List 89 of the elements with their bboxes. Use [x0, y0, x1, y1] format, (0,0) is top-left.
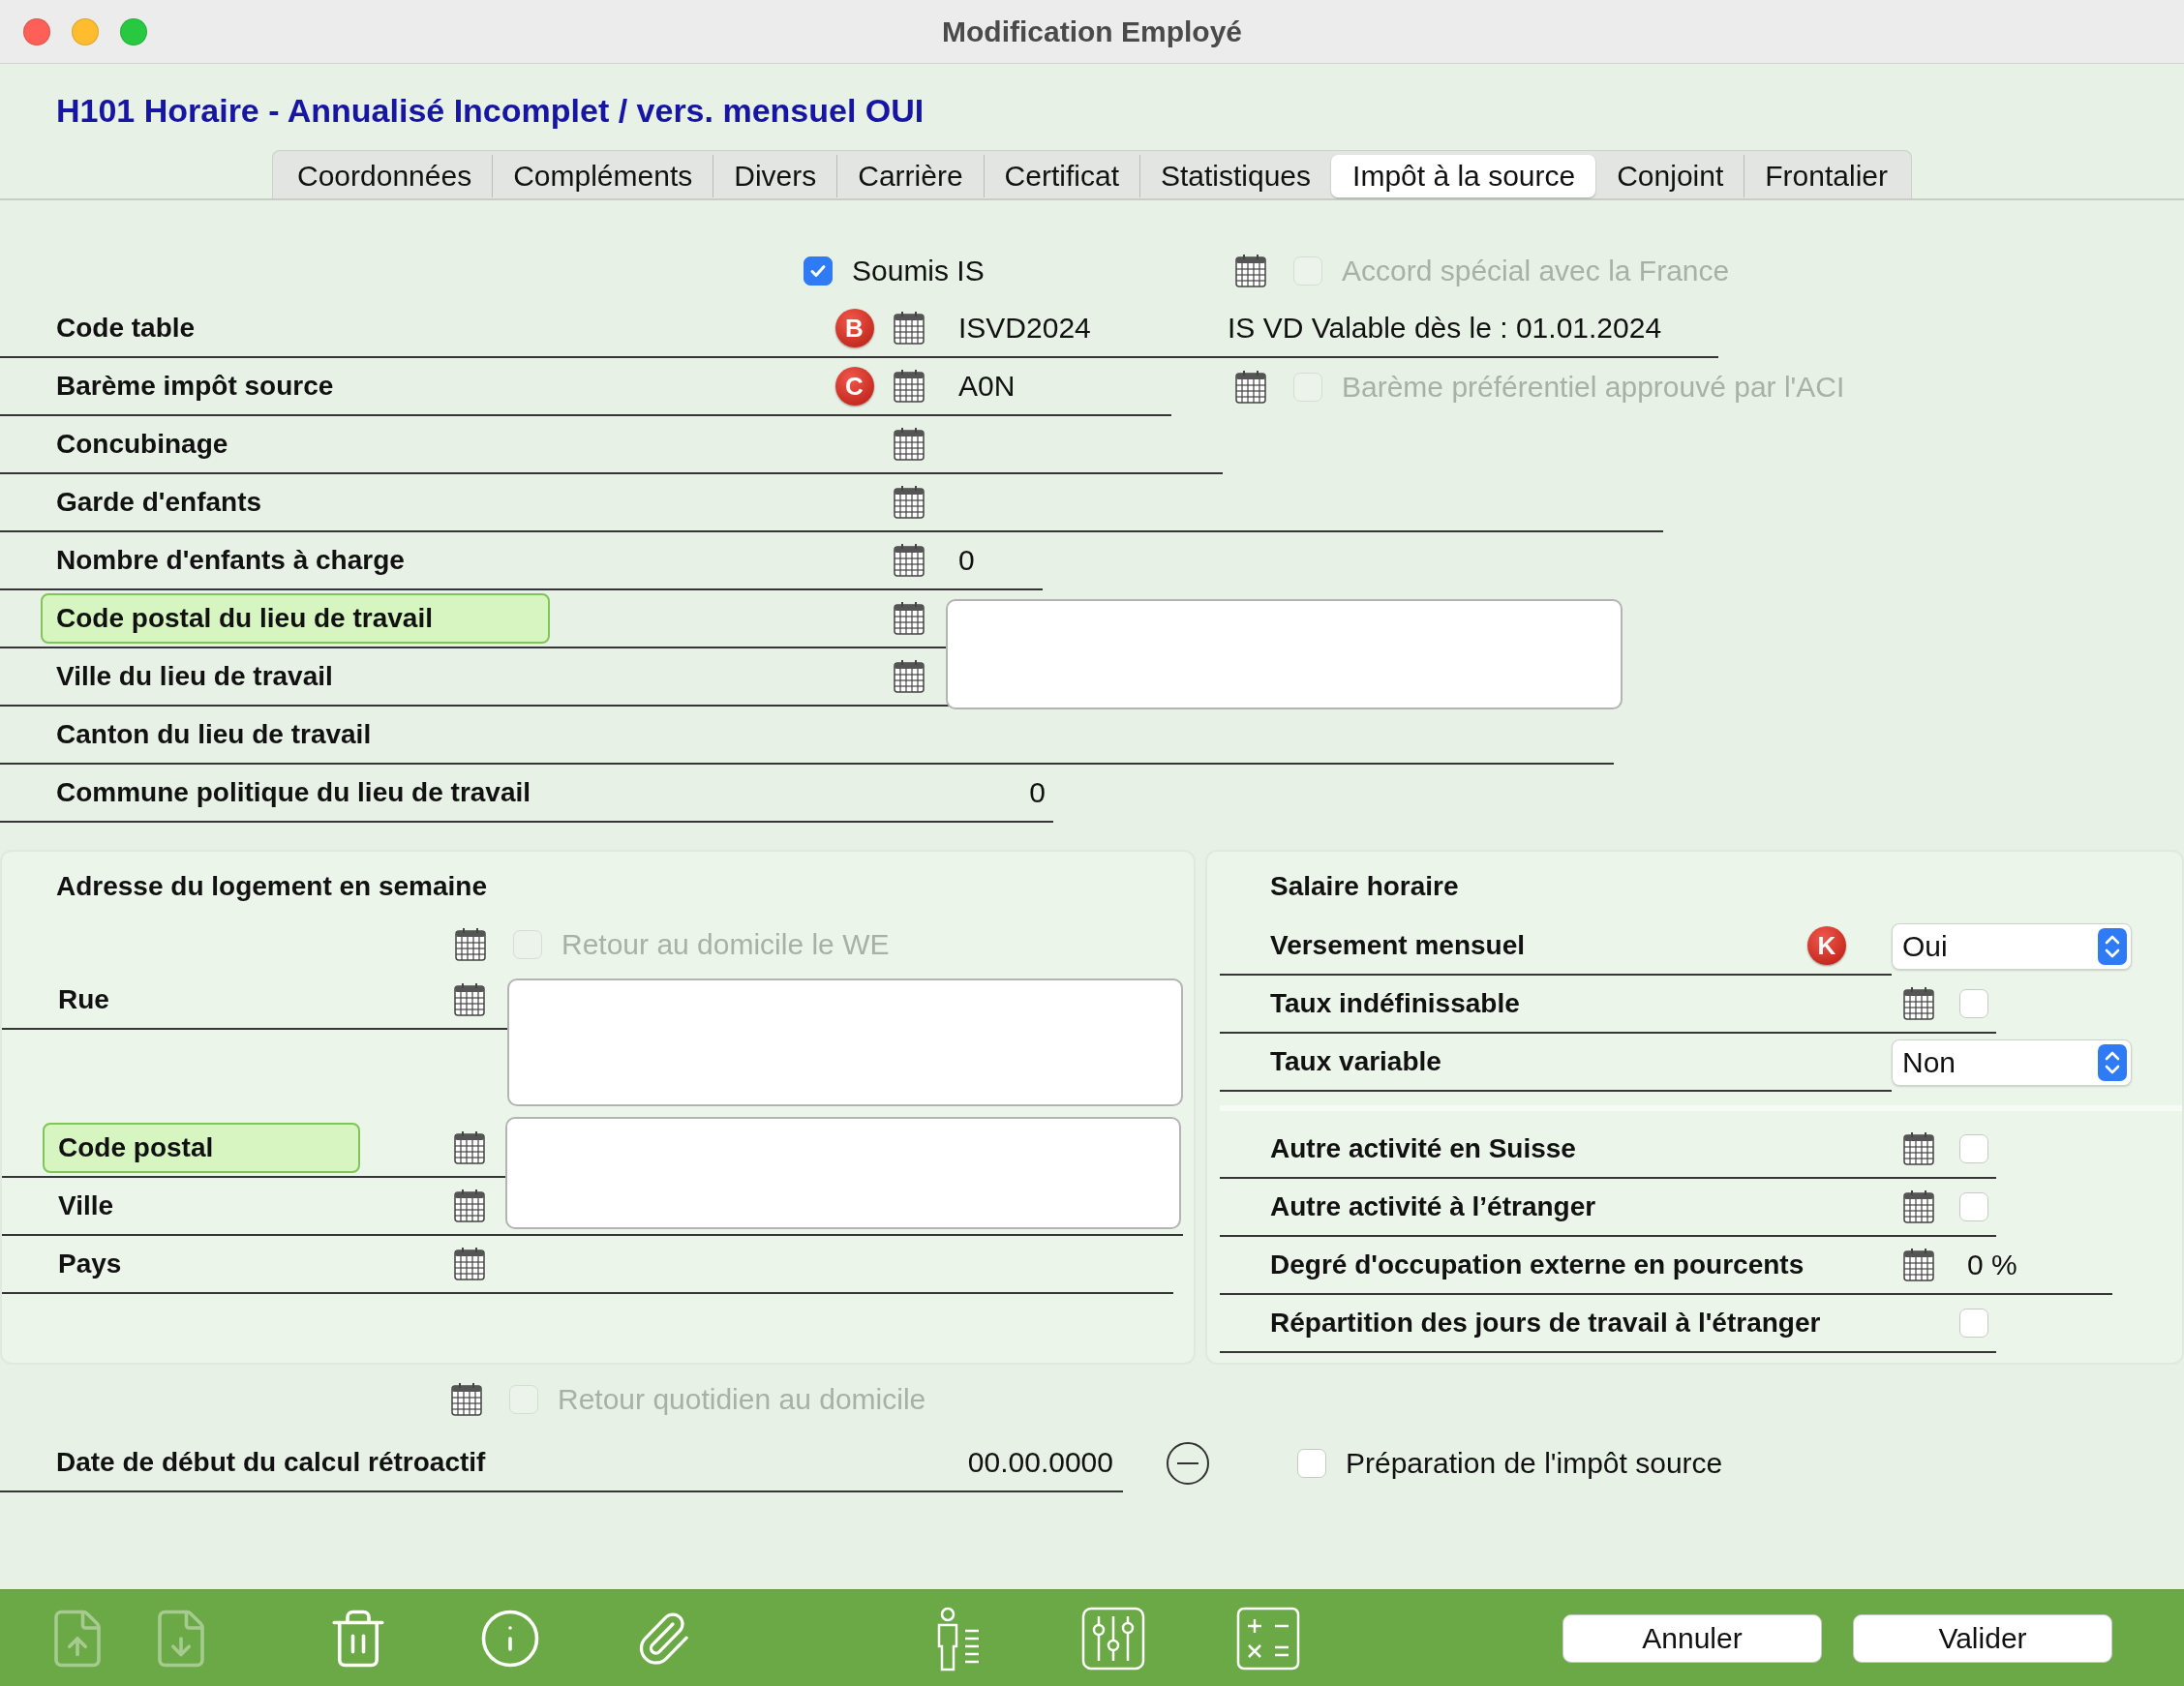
field-label: Code table: [55, 312, 197, 345]
tab[interactable]: Certificat: [983, 155, 1139, 197]
minimize-button[interactable]: [72, 17, 99, 45]
field-label: Pays: [57, 1248, 123, 1280]
zoom-button[interactable]: [120, 17, 147, 45]
option-label: Préparation de l'impôt source: [1346, 1447, 1723, 1480]
calendar-icon[interactable]: [451, 1383, 482, 1416]
option-label: Soumis IS: [852, 255, 985, 287]
calendar-icon[interactable]: [1903, 1132, 1934, 1165]
option-label: Barème préférentiel approuvé par l'ACI: [1342, 371, 1845, 404]
status-badge: K: [1807, 926, 1846, 965]
calendar-icon[interactable]: [1903, 1190, 1934, 1223]
minus-circle-icon[interactable]: [1166, 1441, 1210, 1486]
calendar-icon[interactable]: [455, 928, 486, 961]
field-label: Garde d'enfants: [55, 486, 263, 519]
tab[interactable]: Impôt à la source: [1331, 155, 1596, 197]
field-value: ISVD2024: [958, 312, 1092, 345]
field-label: Commune politique du lieu de travail: [55, 776, 532, 809]
tab[interactable]: Divers: [713, 155, 837, 197]
tab[interactable]: Conjoint: [1595, 155, 1744, 197]
calendar-icon[interactable]: [893, 544, 925, 577]
field-label: Versement mensuel: [1270, 930, 1526, 961]
field-label: Canton du lieu de travail: [55, 718, 373, 751]
sliders-icon: [1081, 1606, 1145, 1671]
field-label: Code postal du lieu de travail: [41, 593, 550, 644]
field-label: Concubinage: [55, 428, 229, 461]
field-label: Rue: [57, 983, 110, 1016]
checkbox[interactable]: [1959, 1134, 1988, 1163]
calendar-icon[interactable]: [1235, 255, 1266, 287]
dialog-button[interactable]: Valider: [1853, 1613, 2112, 1663]
calendar-icon[interactable]: [893, 660, 925, 693]
calendar-icon[interactable]: [454, 1248, 485, 1280]
tab[interactable]: Coordonnées: [276, 155, 493, 197]
field-value: A0N: [958, 370, 1016, 403]
window-title: Modification Employé: [942, 15, 1242, 48]
option-label: Retour au domicile le WE: [561, 928, 890, 961]
calendar-icon[interactable]: [454, 1189, 485, 1222]
field-label: Code postal: [43, 1123, 360, 1173]
field-label: Barème impôt source: [55, 370, 335, 403]
calendar-icon[interactable]: [1903, 1249, 1934, 1281]
checkbox[interactable]: [1959, 989, 1988, 1018]
checkbox[interactable]: [1297, 1449, 1326, 1478]
table-validity-text: IS VD Valable dès le : 01.01.2024: [1228, 312, 1662, 345]
field-value: 0: [1028, 776, 1046, 809]
calendar-icon[interactable]: [1903, 987, 1934, 1020]
option-label: Accord spécial avec la France: [1342, 255, 1730, 287]
street-input-field[interactable]: [507, 978, 1183, 1106]
calendar-icon[interactable]: [893, 312, 925, 345]
dialog-button[interactable]: Annuler: [1562, 1613, 1822, 1663]
section-title: Salaire horaire: [1269, 870, 1460, 903]
checkbox[interactable]: [804, 256, 833, 286]
workplace-input-field[interactable]: [946, 599, 1623, 709]
stepper-icon: [2098, 928, 2127, 965]
field-label: Date de début du calcul rétroactif: [56, 1447, 486, 1478]
checkbox[interactable]: [1959, 1192, 1988, 1221]
calculator-icon: [1236, 1606, 1300, 1671]
calendar-icon[interactable]: [1235, 371, 1266, 404]
field-value: 0: [958, 544, 975, 577]
field-label: Autre activité à l’étranger: [1270, 1191, 1596, 1222]
field-label: Taux indéfinissable: [1270, 988, 1520, 1019]
dropdown[interactable]: Oui: [1892, 923, 2132, 970]
status-badge: B: [834, 309, 874, 347]
tab[interactable]: Carrière: [836, 155, 984, 197]
field-label: Ville: [57, 1189, 115, 1222]
employee-heading: H101 Horaire - Annualisé Incomplet / vers. mensuel OUI: [55, 91, 925, 130]
field-label: Degré d'occupation externe en pourcents: [1270, 1249, 1805, 1280]
calendar-icon[interactable]: [454, 1131, 485, 1164]
calendar-icon[interactable]: [454, 983, 485, 1016]
field-label: Nombre d'enfants à charge: [55, 544, 406, 577]
tab[interactable]: Frontalier: [1744, 155, 1908, 197]
field-label: Répartition des jours de travail à l'étranger: [1270, 1308, 1821, 1339]
dropdown[interactable]: Non: [1892, 1039, 2132, 1086]
date-value: 00.00.0000: [967, 1446, 1114, 1479]
checkbox[interactable]: [1959, 1309, 1988, 1338]
section-title: Adresse du logement en semaine: [55, 870, 489, 903]
calendar-icon[interactable]: [893, 428, 925, 461]
calendar-icon[interactable]: [893, 602, 925, 635]
postal-city-input-field[interactable]: [505, 1117, 1181, 1229]
close-button[interactable]: [23, 17, 50, 45]
stepper-icon: [2098, 1044, 2127, 1081]
calendar-icon[interactable]: [893, 486, 925, 519]
field-label: Ville du lieu de travail: [55, 660, 334, 693]
field-value: 0 %: [1967, 1249, 2018, 1281]
field-label: Autre activité en Suisse: [1270, 1133, 1576, 1164]
option-label: Retour quotidien au domicile: [558, 1383, 926, 1416]
status-badge: C: [834, 367, 874, 406]
tab[interactable]: Compléments: [492, 155, 713, 197]
calendar-icon[interactable]: [893, 370, 925, 403]
field-label: Taux variable: [1270, 1046, 1441, 1077]
